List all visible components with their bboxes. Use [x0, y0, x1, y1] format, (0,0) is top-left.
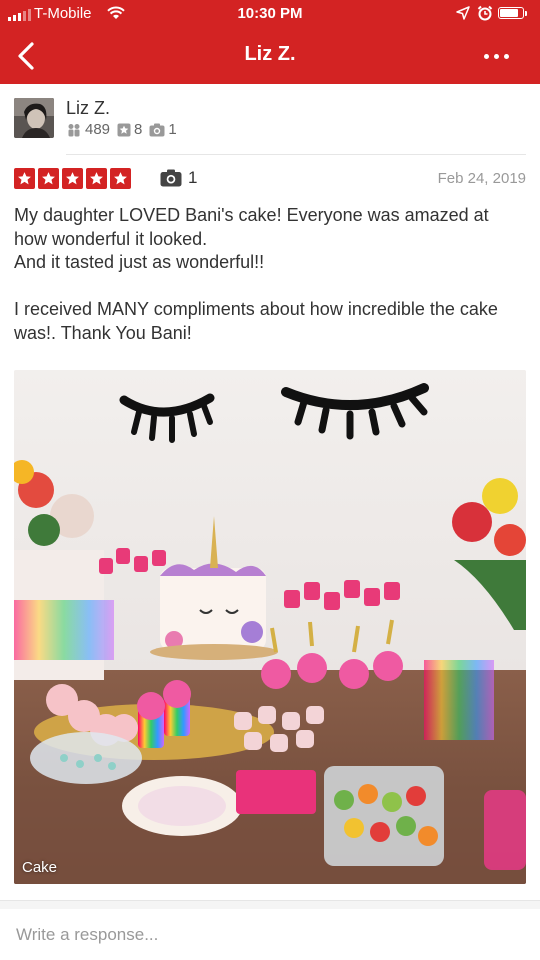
friends-stat: 489	[66, 121, 110, 138]
photos-count: 1	[168, 121, 177, 138]
review-photo[interactable]: Cake	[14, 370, 526, 884]
status-bar: T-Mobile 10:30 PM	[0, 0, 540, 28]
battery-level	[500, 9, 518, 17]
nav-bar: Liz Z.	[0, 28, 540, 84]
more-options-button[interactable]	[480, 46, 512, 66]
alarm-clock-icon	[477, 5, 493, 26]
avatar[interactable]	[14, 98, 54, 138]
reviews-stat: 8	[117, 121, 142, 138]
response-bar	[0, 909, 540, 960]
camera-icon	[149, 123, 165, 136]
review-photo-count[interactable]: 1	[160, 168, 197, 188]
divider	[66, 154, 526, 155]
more-horizontal-icon	[483, 53, 489, 59]
review-paragraph: I received MANY compliments about how in…	[14, 299, 498, 343]
review-photo-count-label: 1	[188, 168, 198, 187]
camera-icon	[160, 169, 182, 187]
review-star-icon	[117, 123, 131, 136]
review-paragraph: My daughter LOVED Bani's cake! Everyone …	[14, 205, 489, 272]
reviewer-name[interactable]: Liz Z.	[66, 98, 110, 119]
star-icon	[38, 168, 59, 189]
star-icon	[14, 168, 35, 189]
reviewer-stats: 489 8 1	[66, 121, 180, 138]
photos-stat: 1	[149, 121, 177, 138]
star-rating	[14, 168, 131, 189]
page-title: Liz Z.	[244, 43, 296, 65]
section-divider	[0, 900, 540, 909]
response-input[interactable]	[14, 919, 518, 951]
star-icon	[86, 168, 107, 189]
star-icon	[62, 168, 83, 189]
location-arrow-icon	[456, 6, 470, 25]
review-date: Feb 24, 2019	[437, 170, 526, 187]
battery-icon	[498, 7, 527, 19]
friends-count: 489	[85, 121, 111, 138]
star-icon	[110, 168, 131, 189]
unicorn-party-image	[14, 370, 526, 884]
reviews-count: 8	[134, 121, 143, 138]
friends-icon	[68, 123, 80, 136]
photo-caption: Cake	[22, 859, 58, 876]
review-text: My daughter LOVED Bani's cake! Everyone …	[14, 204, 526, 345]
